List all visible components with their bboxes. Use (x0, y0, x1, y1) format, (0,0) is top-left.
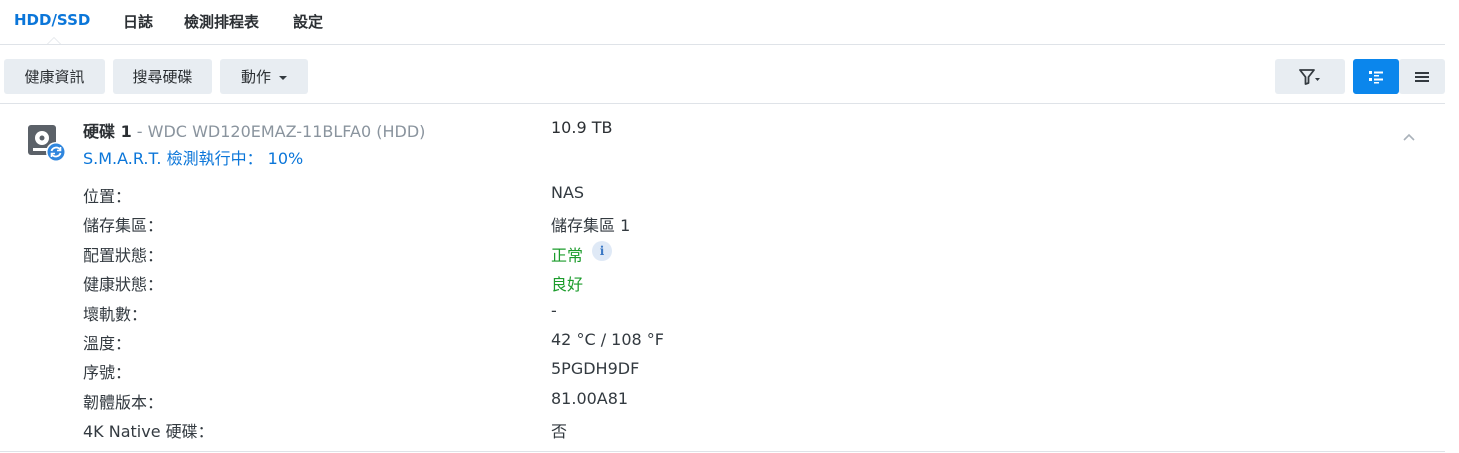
toolbar: 健康資訊 搜尋硬碟 動作 (0, 59, 1445, 94)
disk-name: 硬碟 1 (83, 122, 132, 141)
hard-disk-icon (28, 125, 66, 162)
disk-model: - WDC WD120EMAZ-11BLFA0 (HDD) (131, 122, 426, 141)
temperature-label: 溫度： (83, 334, 132, 353)
filter-button[interactable] (1275, 59, 1345, 94)
health-status-value: 良好 (551, 275, 584, 294)
action-dropdown-button[interactable]: 動作 (220, 59, 308, 94)
chevron-down-icon (279, 75, 287, 80)
tab-test-schedule[interactable]: 檢測排程表 (184, 11, 259, 32)
storage-pool-value: 儲存集區 1 (551, 216, 631, 235)
toolbar-divider (0, 103, 1445, 104)
allocation-status-value: 正常 (551, 246, 584, 265)
action-button-label: 動作 (240, 68, 271, 86)
health-info-button-label: 健康資訊 (24, 68, 85, 86)
tab-settings[interactable]: 設定 (293, 11, 323, 32)
4k-native-value: 否 (551, 422, 568, 441)
serial-number-label: 序號： (83, 363, 132, 382)
tab-hdd-ssd[interactable]: HDD/SSD (14, 11, 90, 29)
search-disk-button-label: 搜尋硬碟 (132, 68, 193, 86)
search-disk-button[interactable]: 搜尋硬碟 (113, 59, 212, 94)
location-value: NAS (551, 183, 585, 202)
4k-native-label: 4K Native 硬碟： (83, 422, 214, 441)
firmware-version-label: 韌體版本： (83, 393, 164, 412)
disk-size: 10.9 TB (551, 118, 613, 137)
bottom-divider (0, 451, 1445, 452)
health-info-button[interactable]: 健康資訊 (4, 59, 105, 94)
chevron-up-icon[interactable] (1400, 130, 1418, 144)
detail-view-button[interactable] (1353, 59, 1399, 94)
firmware-version-value: 81.00A81 (551, 389, 629, 408)
disk-title: 硬碟 1 - WDC WD120EMAZ-11BLFA0 (HDD) (83, 118, 425, 142)
allocation-status-label: 配置狀態： (83, 246, 164, 265)
list-icon (1415, 71, 1429, 82)
tab-log[interactable]: 日誌 (123, 11, 153, 32)
location-label: 位置： (83, 187, 132, 206)
bad-sector-count-label: 壞軌數： (83, 305, 148, 324)
storage-pool-label: 儲存集區： (83, 216, 164, 235)
bad-sector-count-value: - (551, 301, 557, 320)
tab-bar: HDD/SSD 日誌 檢測排程表 設定 (0, 0, 1445, 45)
health-status-label: 健康狀態： (83, 275, 164, 294)
temperature-value: 42 °C / 108 °F (551, 330, 665, 349)
serial-number-value: 5PGDH9DF (551, 359, 640, 378)
active-tab-indicator (47, 37, 61, 44)
smart-test-status: S.M.A.R.T. 檢測執行中： 10% (83, 149, 304, 168)
detail-list-icon (1369, 70, 1383, 83)
info-icon[interactable]: i (592, 241, 612, 261)
filter-icon (1299, 68, 1320, 85)
list-view-button[interactable] (1399, 59, 1445, 94)
